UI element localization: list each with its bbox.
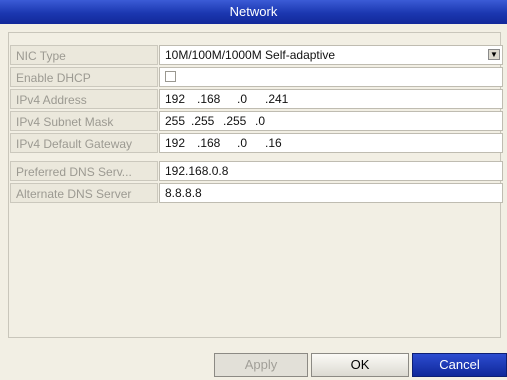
ip-octet-2[interactable]: .168 [197,90,237,108]
chevron-down-icon[interactable]: ▼ [488,49,500,60]
ipv4-subnet-mask-label: IPv4 Subnet Mask [10,111,158,131]
mask-octet-1[interactable]: 255 [165,112,191,130]
mask-octet-3[interactable]: .255 [223,112,255,130]
row-enable-dhcp: Enable DHCP [10,66,503,88]
gateway-octet-4[interactable]: .16 [265,134,305,152]
ipv4-address-label: IPv4 Address [10,89,158,109]
ip-octet-1[interactable]: 192 [165,90,197,108]
gateway-octet-2[interactable]: .168 [197,134,237,152]
mask-octet-4[interactable]: .0 [255,112,275,130]
gateway-octet-3[interactable]: .0 [237,134,265,152]
row-alternate-dns: Alternate DNS Server 8.8.8.8 [10,182,503,204]
enable-dhcp-label: Enable DHCP [10,67,158,87]
gateway-octet-1[interactable]: 192 [165,134,197,152]
alternate-dns-field[interactable]: 8.8.8.8 [159,183,503,203]
row-ipv4-address: IPv4 Address 192.168.0.241 [10,88,503,110]
cancel-button[interactable]: Cancel [412,353,507,377]
ipv4-subnet-mask-field[interactable]: 255.255.255.0 [159,111,503,131]
nic-type-label: NIC Type [10,45,158,65]
alternate-dns-label: Alternate DNS Server [10,183,158,203]
ip-octet-3[interactable]: .0 [237,90,265,108]
apply-button[interactable]: Apply [214,353,308,377]
enable-dhcp-checkbox[interactable] [165,71,176,82]
row-preferred-dns: Preferred DNS Serv... 192.168.0.8 [10,160,503,182]
nic-type-dropdown[interactable]: 10M/100M/1000M Self-adaptive ▼ [159,45,503,65]
row-ipv4-subnet-mask: IPv4 Subnet Mask 255.255.255.0 [10,110,503,132]
ipv4-address-field[interactable]: 192.168.0.241 [159,89,503,109]
mask-octet-2[interactable]: .255 [191,112,223,130]
row-ipv4-default-gateway: IPv4 Default Gateway 192.168.0.16 [10,132,503,154]
ipv4-default-gateway-field[interactable]: 192.168.0.16 [159,133,503,153]
row-nic-type: NIC Type 10M/100M/1000M Self-adaptive ▼ [10,44,503,66]
ip-octet-4[interactable]: .241 [265,90,305,108]
preferred-dns-label: Preferred DNS Serv... [10,161,158,181]
nic-type-value: 10M/100M/1000M Self-adaptive [165,48,336,62]
preferred-dns-field[interactable]: 192.168.0.8 [159,161,503,181]
dialog-title: Network [0,0,507,24]
ipv4-default-gateway-label: IPv4 Default Gateway [10,133,158,153]
network-dialog: Network NIC Type 10M/100M/1000M Self-ada… [0,0,507,380]
ok-button[interactable]: OK [311,353,409,377]
enable-dhcp-cell [159,67,503,87]
